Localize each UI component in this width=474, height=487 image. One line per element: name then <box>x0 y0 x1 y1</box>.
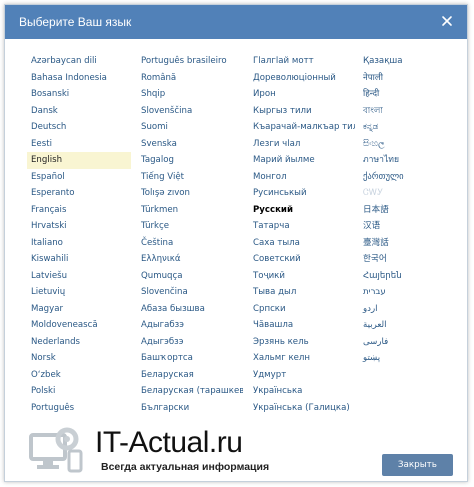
language-option[interactable]: Русский <box>249 202 355 219</box>
language-option[interactable]: Lietuvių <box>27 284 133 301</box>
language-option[interactable]: Монгол <box>249 169 355 186</box>
language-option[interactable]: ᏣᎳᎩ <box>359 185 465 202</box>
language-option[interactable]: Qumuqça <box>137 268 243 285</box>
language-option[interactable]: Հայերեն <box>359 268 465 285</box>
language-option[interactable]: සිංහල <box>359 136 465 153</box>
language-option[interactable]: 汉语 <box>359 218 465 235</box>
language-option[interactable]: Марий йылме <box>249 152 355 169</box>
watermark-tagline: Всегда актуальная информация <box>101 461 270 473</box>
language-option[interactable]: 日本語 <box>359 202 465 219</box>
language-column-1: Azərbaycan dili Bahasa Indonesia Bosanski D… <box>27 53 133 416</box>
language-column-2: Português brasileiro Română Shqip Slovenšči… <box>137 53 243 416</box>
language-option[interactable]: Norsk <box>27 350 133 367</box>
language-option[interactable]: ಕನ್ನಡ <box>359 119 465 136</box>
language-option[interactable]: Беларуская (тарашкевіца) <box>137 383 243 400</box>
language-option[interactable]: Shqip <box>137 86 243 103</box>
language-option[interactable]: Български <box>137 400 243 417</box>
language-option[interactable]: Хальмг келн <box>249 350 355 367</box>
language-option[interactable]: Svenska <box>137 136 243 153</box>
language-option[interactable]: Къарачай-малкъар тил <box>249 119 355 136</box>
language-option[interactable]: Tolışə zıvon <box>137 185 243 202</box>
language-option[interactable]: Адыгэбзэ <box>137 334 243 351</box>
dialog-header: Выберите Ваш язык <box>5 5 467 39</box>
language-option[interactable]: Татарча <box>249 218 355 235</box>
language-option[interactable]: Suomi <box>137 119 243 136</box>
close-button[interactable]: Закрыть <box>381 454 453 476</box>
language-option[interactable]: Tiếng Việt <box>137 169 243 186</box>
language-option[interactable]: Саха тыла <box>249 235 355 252</box>
language-option[interactable]: Deutsch <box>27 119 133 136</box>
language-option[interactable]: Ирон <box>249 86 355 103</box>
language-option[interactable]: Português <box>27 400 133 417</box>
language-option[interactable]: Bahasa Indonesia <box>27 70 133 87</box>
language-option[interactable]: ภาษาไทย <box>359 152 465 169</box>
language-option[interactable]: Лезги чӏал <box>249 136 355 153</box>
language-option[interactable]: Tagalog <box>137 152 243 169</box>
language-option[interactable]: Čeština <box>137 235 243 252</box>
language-option[interactable]: Тоҷикӣ <box>249 268 355 285</box>
language-option[interactable]: Советский <box>249 251 355 268</box>
language-option[interactable]: Türkçe <box>137 218 243 235</box>
language-option[interactable]: فارسی <box>359 334 465 351</box>
language-option[interactable]: Latviešu <box>27 268 133 285</box>
language-option[interactable]: 臺灣話 <box>359 235 465 252</box>
language-option[interactable]: Русинськый <box>249 185 355 202</box>
language-option[interactable]: Українська <box>249 383 355 400</box>
language-option[interactable]: 한국어 <box>359 251 465 268</box>
language-option[interactable]: Azərbaycan dili <box>27 53 133 70</box>
language-option[interactable]: עברית <box>359 284 465 301</box>
language-option[interactable]: Kiswahili <box>27 251 133 268</box>
dialog-title: Выберите Ваш язык <box>19 15 132 29</box>
language-option[interactable]: Italiano <box>27 235 133 252</box>
language-option[interactable]: Português brasileiro <box>137 53 243 70</box>
language-option[interactable]: Башҡортса <box>137 350 243 367</box>
language-option[interactable]: العربية <box>359 317 465 334</box>
language-option[interactable]: Română <box>137 70 243 87</box>
language-dialog: Выберите Ваш язык Azərbaycan dili Bahasa … <box>4 4 468 482</box>
language-option[interactable]: Dansk <box>27 103 133 120</box>
language-option[interactable]: नेपाली <box>359 70 465 87</box>
language-option[interactable]: English <box>27 152 131 169</box>
language-option[interactable]: Hrvatski <box>27 218 133 235</box>
language-option[interactable]: Español <box>27 169 133 186</box>
language-option[interactable]: Абаза бызшва <box>137 301 243 318</box>
language-option[interactable]: Удмурт <box>249 367 355 384</box>
language-option[interactable]: Slovenčina <box>137 284 243 301</box>
language-option[interactable]: Polski <box>27 383 133 400</box>
language-option[interactable]: Тыва дыл <box>249 284 355 301</box>
language-option[interactable]: Moldovenească <box>27 317 133 334</box>
language-option[interactable]: Гӏалгӏай мотт <box>249 53 355 70</box>
language-option[interactable]: O‘zbek <box>27 367 133 384</box>
language-option[interactable]: Беларуская <box>137 367 243 384</box>
language-option[interactable]: Bosanski <box>27 86 133 103</box>
language-column-3: Гӏалгӏай мотт Дореволюціонный Ирон Кыргыз т… <box>249 53 355 416</box>
language-option[interactable]: Қазақша <box>359 53 465 70</box>
language-option[interactable]: Кыргыз тили <box>249 103 355 120</box>
language-option[interactable]: Slovenščina <box>137 103 243 120</box>
language-option[interactable]: Эрзянь кель <box>249 334 355 351</box>
language-option[interactable]: Eesti <box>27 136 133 153</box>
language-option[interactable]: Ελληνικά <box>137 251 243 268</box>
language-option[interactable]: اردو <box>359 301 465 318</box>
language-option[interactable]: پښتو <box>359 350 465 367</box>
computer-gear-icon <box>29 427 83 473</box>
language-option[interactable]: ქართული <box>359 169 465 186</box>
language-option[interactable]: Српски <box>249 301 355 318</box>
close-icon[interactable] <box>439 13 455 29</box>
watermark-name: IT-Actual.ru <box>95 426 243 459</box>
language-option[interactable]: Дореволюціонный <box>249 70 355 87</box>
language-option[interactable]: हिन्दी <box>359 86 465 103</box>
language-option[interactable]: Esperanto <box>27 185 133 202</box>
language-option[interactable]: Чӑвашла <box>249 317 355 334</box>
language-option[interactable]: Адыгабзэ <box>137 317 243 334</box>
language-option[interactable]: Magyar <box>27 301 133 318</box>
close-x-glyph <box>442 16 452 26</box>
language-option[interactable]: Français <box>27 202 133 219</box>
language-option[interactable]: বাংলা <box>359 103 465 120</box>
language-column-4: Қазақша नेपाली हिन्दी বাংলা ಕನ್ನಡ සිංහල ภาษาไท… <box>359 53 465 367</box>
site-watermark: IT-Actual.ru Всегда актуальная информаци… <box>21 425 269 477</box>
language-option[interactable]: Nederlands <box>27 334 133 351</box>
language-option[interactable]: Українська (Галицка) <box>249 400 355 417</box>
language-option[interactable]: Türkmen <box>137 202 243 219</box>
